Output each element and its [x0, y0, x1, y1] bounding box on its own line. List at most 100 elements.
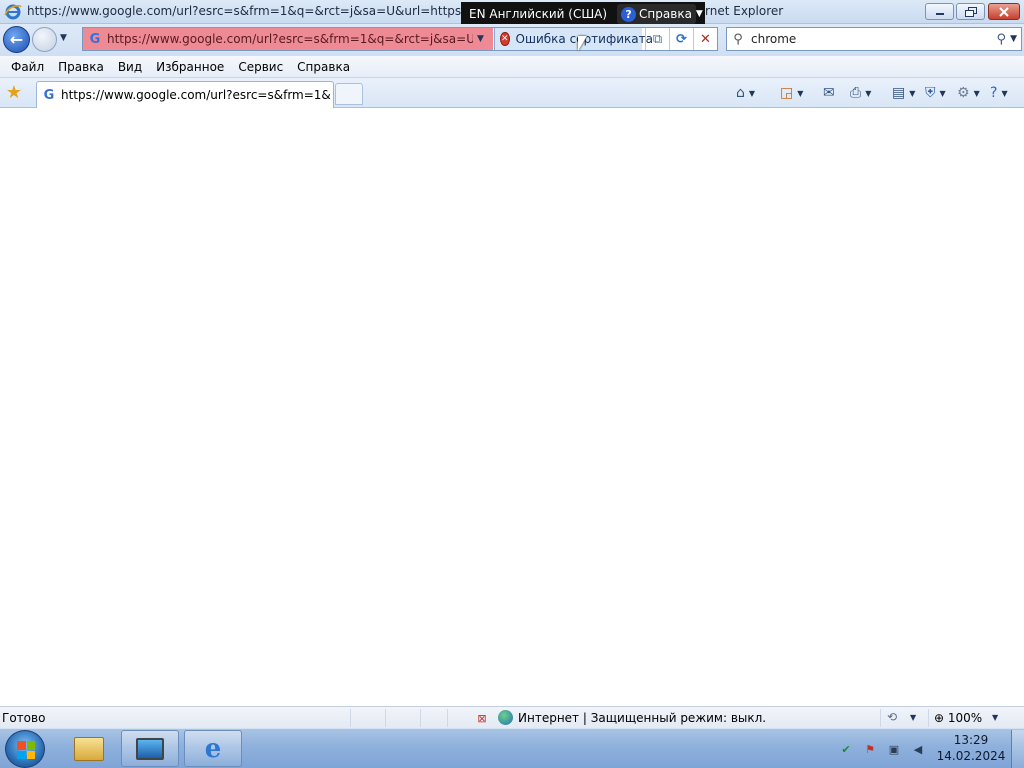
status-divider [928, 709, 929, 727]
safety-button[interactable]: ⛨ ▼ [925, 83, 946, 103]
close-button[interactable] [988, 3, 1020, 20]
page-dropdown-icon[interactable]: ▼ [909, 89, 915, 98]
home-icon: ⌂ [736, 85, 745, 101]
menu-bar: Файл Правка Вид Избранное Сервис Справка [0, 56, 1024, 78]
language-bar-help-button[interactable]: ? Справка [617, 4, 696, 24]
search-provider-icon: ⚲ [733, 31, 743, 47]
forward-button[interactable] [32, 27, 57, 52]
menu-edit[interactable]: Правка [51, 60, 111, 74]
address-dropdown-icon[interactable]: ▼ [477, 34, 484, 44]
home-dropdown-icon[interactable]: ▼ [749, 89, 755, 98]
language-bar-help-label: Справка [639, 7, 692, 21]
rss-feed-icon: ◲ [780, 85, 794, 101]
tools-button[interactable]: ⚙ ▼ [957, 83, 980, 103]
refresh-button[interactable]: ⟳ [669, 28, 693, 50]
taskbar-computer[interactable] [121, 730, 179, 767]
address-field[interactable]: G https://www.google.com/url?esrc=s&frm=… [83, 28, 493, 50]
minimize-button[interactable] [925, 3, 954, 20]
new-tab-button[interactable] [335, 83, 363, 105]
feeds-button[interactable]: ◲ ▼ [780, 83, 803, 103]
zoom-dropdown-icon[interactable]: ▼ [992, 713, 998, 722]
help-icon: ? [990, 85, 998, 101]
menu-favorites[interactable]: Избранное [149, 60, 231, 74]
tab-active[interactable]: G https://www.google.com/url?esrc=s&frm=… [36, 81, 334, 108]
menu-view[interactable]: Вид [111, 60, 149, 74]
volume-muted-icon[interactable]: ◀ [910, 741, 926, 757]
security-shield-icon[interactable]: ✔ [838, 741, 854, 757]
zoom-level[interactable]: ⊕ 100% [934, 711, 982, 725]
compatibility-view-button[interactable]: ⧉ [645, 28, 669, 50]
search-icon[interactable]: ⚲ [997, 32, 1007, 47]
restore-button[interactable] [956, 3, 985, 20]
print-button[interactable]: ⎙ ▼ [850, 83, 871, 103]
search-options-dropdown-icon[interactable]: ▼ [1010, 34, 1017, 44]
address-bar[interactable]: G https://www.google.com/url?esrc=s&frm=… [82, 27, 718, 51]
search-input[interactable]: chrome [751, 32, 796, 46]
status-bar: Готово ⊠ Интернет | Защищенный режим: вы… [0, 706, 1024, 728]
windows-logo-icon [17, 741, 35, 759]
zoom-value: 100% [947, 711, 983, 725]
stop-button[interactable]: ✕ [693, 28, 717, 50]
refresh-icon: ⟳ [676, 31, 687, 47]
read-mail-button[interactable]: ✉ [823, 83, 835, 103]
popup-dropdown-icon[interactable]: ▼ [910, 713, 916, 722]
certificate-error-icon: ✕ [500, 32, 510, 46]
google-favicon-icon: G [89, 31, 101, 47]
help-icon: ? [621, 6, 637, 22]
menu-file[interactable]: Файл [4, 60, 51, 74]
blocked-content-icon[interactable]: ⊠ [474, 710, 490, 726]
google-favicon-icon: G [43, 87, 55, 103]
language-indicator[interactable]: EN Английский (США) [469, 7, 607, 21]
action-center-flag-icon[interactable]: ⚑ [862, 741, 878, 757]
status-divider [447, 709, 448, 727]
menu-help[interactable]: Справка [290, 60, 357, 74]
history-dropdown-icon[interactable]: ▼ [60, 33, 67, 43]
search-box[interactable]: ⚲ chrome ⚲ ▼ [726, 27, 1022, 51]
internet-explorer-icon [4, 3, 22, 21]
page-content[interactable] [0, 108, 1024, 706]
navigation-bar: ← ▼ G https://www.google.com/url?esrc=s&… [0, 24, 1024, 56]
back-button[interactable]: ← [3, 26, 30, 53]
arrow-left-icon: ← [9, 30, 24, 49]
show-desktop-button[interactable] [1011, 730, 1024, 768]
feeds-dropdown-icon[interactable]: ▼ [797, 89, 803, 98]
compatibility-view-icon: ⧉ [652, 31, 663, 47]
help-button[interactable]: ? ▼ [990, 83, 1008, 103]
address-url[interactable]: https://www.google.com/url?esrc=s&frm=1&… [107, 32, 473, 46]
folder-icon [74, 736, 104, 761]
help-dropdown-icon[interactable]: ▼ [1001, 89, 1007, 98]
printer-icon: ⎙ [850, 85, 862, 101]
taskbar-explorer[interactable] [60, 730, 118, 767]
status-text: Готово [2, 711, 46, 725]
shield-icon: ⛨ [925, 85, 936, 101]
clock[interactable]: 13:29 14.02.2024 [932, 732, 1010, 764]
status-divider [420, 709, 421, 727]
start-button[interactable] [5, 730, 45, 768]
language-bar[interactable]: EN Английский (США) ? Справка ▼ [461, 2, 705, 26]
globe-icon [498, 710, 513, 725]
security-zone[interactable]: Интернет | Защищенный режим: выкл. [518, 711, 766, 725]
popup-blocker-icon[interactable]: ⟲ [887, 710, 897, 724]
favorites-star-icon[interactable]: ★ [4, 82, 24, 103]
home-button[interactable]: ⌂ ▼ [736, 83, 755, 103]
network-icon[interactable]: ▣ [886, 741, 902, 757]
taskbar-internet-explorer[interactable]: e [184, 730, 242, 767]
tab-label: https://www.google.com/url?esrc=s&frm=1&… [61, 88, 331, 102]
menu-tools[interactable]: Сервис [231, 60, 290, 74]
minimize-icon [935, 12, 944, 15]
window-title: https://www.google.com/url?esrc=s&frm=1&… [27, 4, 467, 18]
stop-icon: ✕ [700, 31, 711, 47]
status-divider [385, 709, 386, 727]
window-title-tail: rnet Explorer [705, 4, 784, 18]
page-button[interactable]: ▤ ▼ [892, 83, 915, 103]
tools-dropdown-icon[interactable]: ▼ [974, 89, 980, 98]
status-divider [880, 709, 881, 727]
taskbar: e ✔ ⚑ ▣ ◀ 13:29 14.02.2024 [0, 728, 1024, 768]
certificate-error-button[interactable]: ✕ Ошибка сертификата [494, 28, 653, 50]
safety-dropdown-icon[interactable]: ▼ [940, 89, 946, 98]
internet-explorer-icon: e [204, 733, 222, 764]
page-icon: ▤ [892, 85, 906, 101]
print-dropdown-icon[interactable]: ▼ [865, 89, 871, 98]
chevron-down-icon[interactable]: ▼ [696, 9, 703, 19]
monitor-icon [136, 737, 164, 760]
